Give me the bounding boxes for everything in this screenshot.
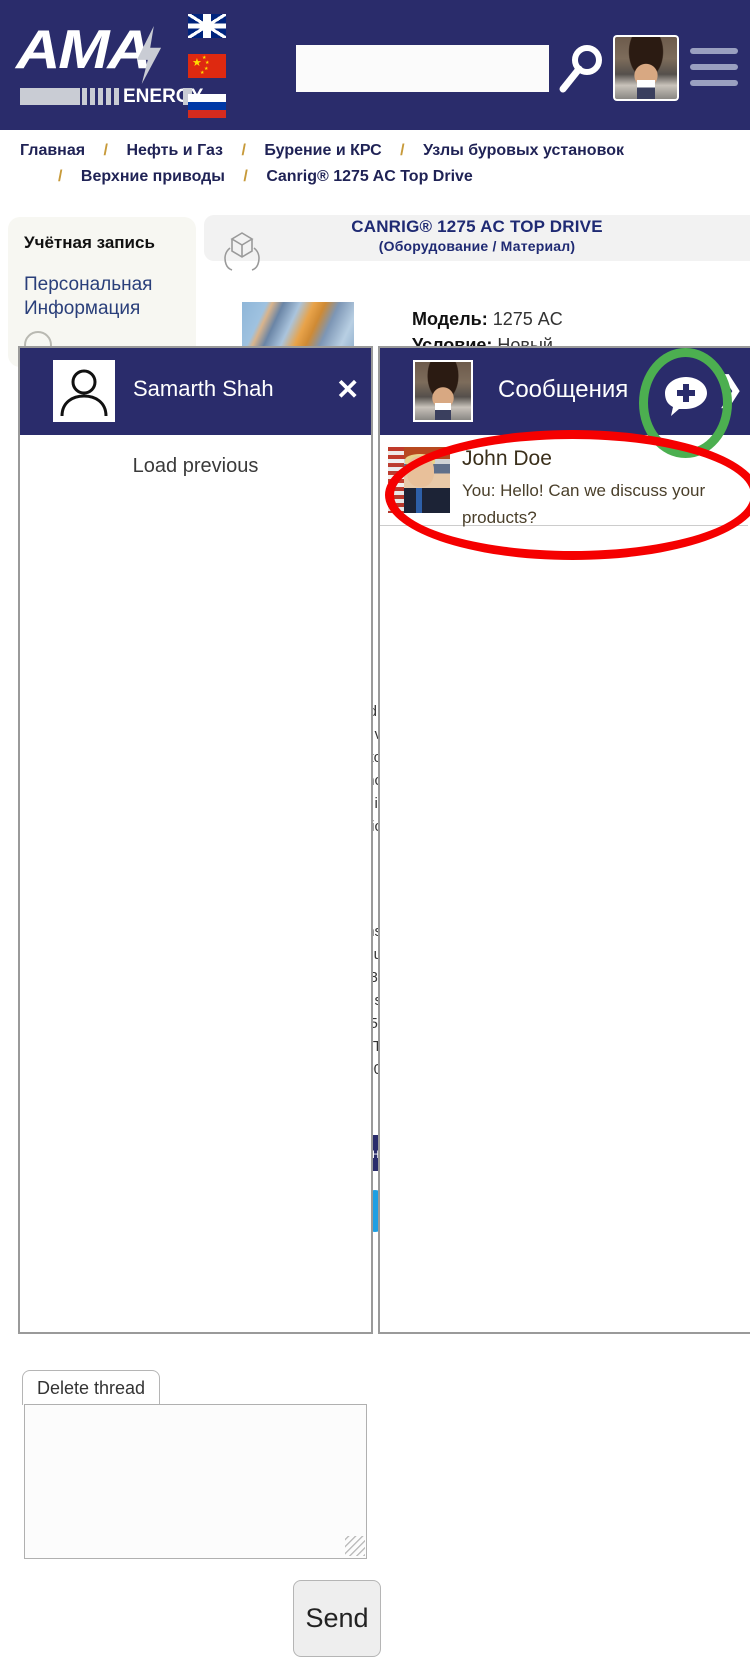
chat-dialog-header: Samarth Shah ✕ bbox=[20, 348, 371, 435]
chat-thread-dialog: Samarth Shah ✕ Load previous Delete thre… bbox=[18, 346, 381, 1657]
hamburger-bar bbox=[690, 64, 738, 70]
breadcrumb-separator: / bbox=[58, 168, 63, 185]
messages-panel-title: Сообщения bbox=[498, 376, 629, 403]
breadcrumb-separator: / bbox=[241, 142, 246, 159]
breadcrumb-item-home[interactable]: Главная bbox=[20, 142, 85, 159]
logo-bar-ticks bbox=[82, 88, 120, 105]
flag-english[interactable] bbox=[188, 14, 226, 38]
lightning-bolt-icon bbox=[134, 26, 164, 84]
close-icon[interactable]: ✕ bbox=[336, 376, 359, 404]
site-header: AMA ENERGY ★ ★ ★ ★ ★ bbox=[0, 0, 750, 130]
account-sidebar: Учётная запись Персональная Информация bbox=[8, 217, 196, 367]
hamburger-bar bbox=[690, 80, 738, 86]
breadcrumb: Главная / Нефть и Газ / Бурение и КРС / … bbox=[0, 130, 750, 190]
spec-value-model: 1275 AC bbox=[492, 309, 563, 329]
breadcrumb-item-current: Canrig® 1275 AC Top Drive bbox=[266, 168, 473, 185]
search-icon[interactable] bbox=[558, 43, 606, 95]
hamburger-menu-icon[interactable] bbox=[690, 48, 738, 86]
person-silhouette-icon bbox=[53, 360, 115, 422]
delete-thread-button[interactable]: Delete thread bbox=[22, 1370, 161, 1405]
breadcrumb-separator: / bbox=[103, 142, 108, 159]
breadcrumb-item-rig-components[interactable]: Узлы буровых установок bbox=[423, 142, 624, 159]
breadcrumb-item-oil-gas[interactable]: Нефть и Газ bbox=[126, 142, 223, 159]
avatar-tie bbox=[415, 487, 423, 513]
breadcrumb-row-2: / Верхние приводы / Canrig® 1275 AC Top … bbox=[0, 164, 750, 190]
messages-panel: Сообщения John Doe You: Hello! Can we di… bbox=[378, 346, 750, 1334]
page-title: CANRIG® 1275 AC TOP DRIVE (Оборудование … bbox=[204, 217, 750, 256]
send-button[interactable]: Send bbox=[293, 1580, 381, 1657]
logo-bar: ENERGY bbox=[20, 84, 203, 108]
header-avatar[interactable] bbox=[613, 35, 679, 101]
site-logo[interactable]: AMA ENERGY bbox=[16, 22, 203, 112]
load-previous-button[interactable]: Load previous bbox=[20, 435, 371, 478]
breadcrumb-item-drilling[interactable]: Бурение и КРС bbox=[264, 142, 381, 159]
thread-contact-name: John Doe bbox=[462, 447, 552, 470]
new-message-icon[interactable] bbox=[663, 375, 709, 417]
chevron-right-icon[interactable]: ❯ bbox=[716, 372, 745, 406]
avatar-head bbox=[406, 456, 434, 487]
breadcrumb-row-1: Главная / Нефть и Газ / Бурение и КРС / … bbox=[0, 138, 750, 164]
message-input[interactable] bbox=[24, 1404, 367, 1559]
spec-label-model: Модель: bbox=[412, 309, 488, 329]
china-star-small-icon: ★ bbox=[204, 66, 209, 72]
avatar-photo bbox=[615, 37, 677, 99]
breadcrumb-separator: / bbox=[243, 168, 248, 185]
product-subtitle-text: (Оборудование / Материал) bbox=[378, 238, 576, 254]
chat-contact-name: Samarth Shah bbox=[133, 376, 274, 401]
sidebar-item-personal-info[interactable]: Персональная Информация bbox=[24, 273, 180, 321]
thread-john-doe[interactable]: John Doe You: Hello! Can we discuss your… bbox=[380, 437, 748, 527]
logo-brand-text: AMA bbox=[16, 18, 152, 80]
search-input[interactable] bbox=[296, 45, 549, 92]
china-star-small-icon: ★ bbox=[200, 70, 205, 76]
product-title-text: CANRIG® 1275 AC TOP DRIVE bbox=[351, 217, 603, 236]
spec-row-model: Модель: 1275 AC bbox=[412, 306, 563, 332]
thread-message-snippet: You: Hello! Can we discuss your products… bbox=[462, 481, 706, 527]
thread-contact-photo bbox=[388, 447, 450, 513]
avatar-photo bbox=[415, 362, 471, 420]
flag-chinese[interactable]: ★ ★ ★ ★ ★ bbox=[188, 54, 226, 78]
breadcrumb-separator: / bbox=[400, 142, 405, 159]
logo-bar-solid bbox=[20, 88, 80, 105]
china-star-icon: ★ bbox=[192, 57, 202, 69]
language-switcher[interactable]: ★ ★ ★ ★ ★ bbox=[188, 14, 228, 134]
breadcrumb-item-top-drives[interactable]: Верхние приводы bbox=[81, 168, 225, 185]
flag-russian[interactable] bbox=[188, 94, 226, 118]
messages-user-avatar[interactable] bbox=[413, 360, 473, 422]
hamburger-bar bbox=[690, 48, 738, 54]
sidebar-heading: Учётная запись bbox=[24, 233, 155, 252]
